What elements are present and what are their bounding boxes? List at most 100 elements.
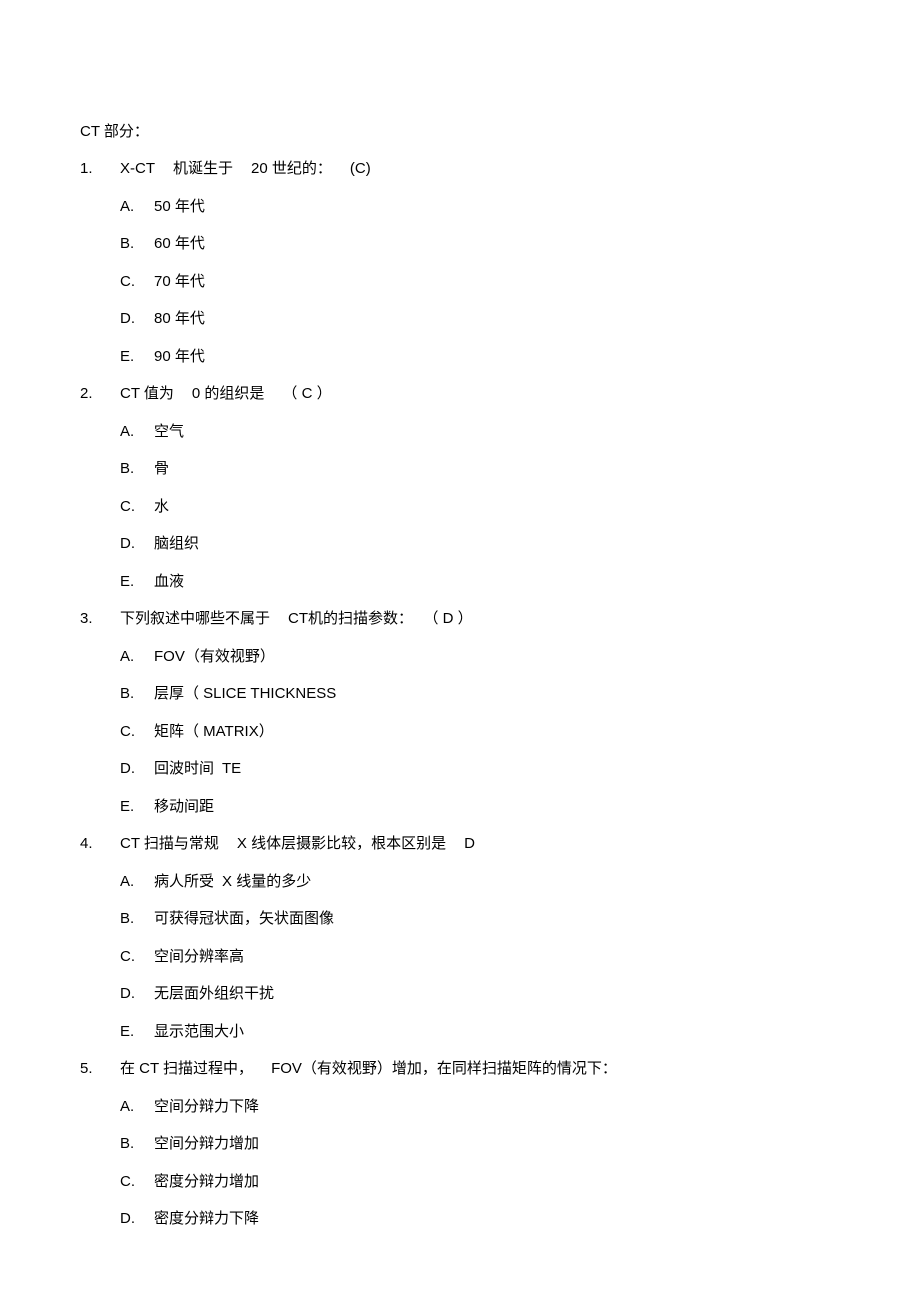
option: C.矩阵（ MATRIX） — [120, 722, 840, 742]
option: B.骨 — [120, 459, 840, 479]
question-text: CT 值为0 的组织是（ C ） — [120, 384, 350, 404]
option-letter: A. — [120, 197, 154, 217]
option-text: 病人所受X 线量的多少 — [154, 872, 319, 892]
option-text-part: FOV（有效视野） — [154, 648, 275, 665]
question-text-part: FOV（有效视野）增加，在同样扫描矩阵的情况下： — [271, 1060, 617, 1077]
option-text: 回波时间 TE — [154, 759, 249, 779]
option-text: 无层面外组织干扰 — [154, 984, 282, 1004]
option-text: 70 年代 — [154, 272, 213, 292]
option-text-part: 90 年代 — [154, 348, 205, 365]
option-text: 血液 — [154, 572, 192, 592]
option-text-part: 可获得冠状面，矢状面图像 — [154, 910, 334, 927]
question-line: 5.在 CT 扫描过程中， FOV（有效视野）增加，在同样扫描矩阵的情况下： — [80, 1059, 840, 1079]
option: A.空间分辩力下降 — [120, 1097, 840, 1117]
question-number: 3. — [80, 609, 120, 629]
option-text: 密度分辩力增加 — [154, 1172, 267, 1192]
question-text-part: X 线体层摄影比较，根本区别是 — [237, 835, 446, 852]
option-text-part: 脑组织 — [154, 535, 199, 552]
option-text-part: 移动间距 — [154, 798, 214, 815]
option-text: 矩阵（ MATRIX） — [154, 722, 282, 742]
question: 3.下列叙述中哪些不属于CT机的扫描参数：（ D ）A.FOV（有效视野）B.层… — [80, 609, 840, 816]
question-text-part: CT 值为 — [120, 385, 174, 402]
option: B.60 年代 — [120, 234, 840, 254]
option: D.回波时间 TE — [120, 759, 840, 779]
option-text-part: 血液 — [154, 573, 184, 590]
question-text: X-CT机诞生于20 世纪的：(C) — [120, 159, 389, 179]
option-letter: B. — [120, 234, 154, 254]
option-text-part: 空间分辨率高 — [154, 948, 244, 965]
questions-list: 1.X-CT机诞生于20 世纪的：(C)A.50 年代B.60 年代C.70 年… — [80, 159, 840, 1229]
option: D.无层面外组织干扰 — [120, 984, 840, 1004]
option-text: 骨 — [154, 459, 177, 479]
section-title: CT 部分： — [80, 120, 840, 141]
option: D.密度分辩力下降 — [120, 1209, 840, 1229]
option-text: 可获得冠状面，矢状面图像 — [154, 909, 342, 929]
option: E.移动间距 — [120, 797, 840, 817]
question-text-part: (C) — [350, 160, 371, 177]
option-letter: A. — [120, 647, 154, 667]
question-line: 2.CT 值为0 的组织是（ C ） — [80, 384, 840, 404]
option-letter: D. — [120, 1209, 154, 1229]
question-number: 5. — [80, 1059, 120, 1079]
options-list: A.空间分辩力下降B.空间分辩力增加C.密度分辩力增加D.密度分辩力下降 — [120, 1097, 840, 1229]
option-text-part: 矩阵（ MATRIX） — [154, 723, 274, 740]
option-text-part: 回波时间 — [154, 760, 214, 777]
option-text: 移动间距 — [154, 797, 222, 817]
option: D.脑组织 — [120, 534, 840, 554]
question-text-part: CT机的扫描参数： — [288, 610, 413, 627]
option: A.空气 — [120, 422, 840, 442]
option: E.血液 — [120, 572, 840, 592]
question-number: 4. — [80, 834, 120, 854]
option-text: 60 年代 — [154, 234, 213, 254]
option-text-part: 层厚（ SLICE THICKNESS — [154, 685, 336, 702]
option: A.病人所受X 线量的多少 — [120, 872, 840, 892]
option-text: 空间分辩力下降 — [154, 1097, 267, 1117]
option-letter: B. — [120, 1134, 154, 1154]
option-letter: E. — [120, 572, 154, 592]
question-text: CT 扫描与常规 X 线体层摄影比较，根本区别是 D — [120, 834, 493, 854]
option-letter: A. — [120, 1097, 154, 1117]
option-text-part: 水 — [154, 498, 169, 515]
option-text-part: TE — [222, 760, 241, 777]
question-text: 下列叙述中哪些不属于 CT机的扫描参数： （ D ） — [120, 609, 491, 629]
options-list: A.50 年代 B.60 年代 C.70 年代 D.80 年代 E.90 年代 — [120, 197, 840, 367]
option-text-part: 空间分辩力下降 — [154, 1098, 259, 1115]
option-letter: C. — [120, 497, 154, 517]
option: B.空间分辩力增加 — [120, 1134, 840, 1154]
question: 5.在 CT 扫描过程中，FOV（有效视野）增加，在同样扫描矩阵的情况下：A.空… — [80, 1059, 840, 1229]
option: C.70 年代 — [120, 272, 840, 292]
question: 4.CT 扫描与常规 X 线体层摄影比较，根本区别是 D A.病人所受X 线量的多少 B… — [80, 834, 840, 1041]
option-text-part: 60 年代 — [154, 235, 205, 252]
question-text-part: 在 CT 扫描过程中， — [120, 1060, 253, 1077]
option-text-part: 空气 — [154, 423, 184, 440]
question: 2.CT 值为0 的组织是（ C ）A.空气B.骨C.水D.脑组织E.血液 — [80, 384, 840, 591]
option: E.90 年代 — [120, 347, 840, 367]
option-letter: D. — [120, 984, 154, 1004]
option-letter: C. — [120, 947, 154, 967]
option-letter: D. — [120, 309, 154, 329]
question-text-part: （ D ） — [431, 610, 473, 627]
option-text-part: 空间分辩力增加 — [154, 1135, 259, 1152]
option-text-part: 50 年代 — [154, 198, 205, 215]
option-letter: D. — [120, 759, 154, 779]
question-line: 3.下列叙述中哪些不属于 CT机的扫描参数： （ D ） — [80, 609, 840, 629]
option-letter: C. — [120, 722, 154, 742]
question-text-part: D — [464, 835, 475, 852]
option-letter: B. — [120, 909, 154, 929]
question-line: 4.CT 扫描与常规 X 线体层摄影比较，根本区别是 D — [80, 834, 840, 854]
question: 1.X-CT机诞生于20 世纪的：(C)A.50 年代B.60 年代C.70 年… — [80, 159, 840, 366]
question-number: 2. — [80, 384, 120, 404]
option-text: 显示范围大小 — [154, 1022, 252, 1042]
option-text: 空间分辨率高 — [154, 947, 252, 967]
question-text-part: 0 的组织是 — [192, 385, 265, 402]
options-list: A.FOV（有效视野）B.层厚（ SLICE THICKNESSC.矩阵（ MA… — [120, 647, 840, 817]
options-list: A.病人所受X 线量的多少 B.可获得冠状面，矢状面图像 C.空间分辨率高 D.无层面… — [120, 872, 840, 1042]
question-text-part: CT 扫描与常规 — [120, 835, 219, 852]
option-text-part: 无层面外组织干扰 — [154, 985, 274, 1002]
option: D.80 年代 — [120, 309, 840, 329]
options-list: A.空气 B.骨 C.水 D.脑组织 E.血液 — [120, 422, 840, 592]
option-text-part: 密度分辩力下降 — [154, 1210, 259, 1227]
question-text-part: 下列叙述中哪些不属于 — [120, 610, 270, 627]
question-text-part: X-CT — [120, 160, 155, 177]
option: C.空间分辨率高 — [120, 947, 840, 967]
